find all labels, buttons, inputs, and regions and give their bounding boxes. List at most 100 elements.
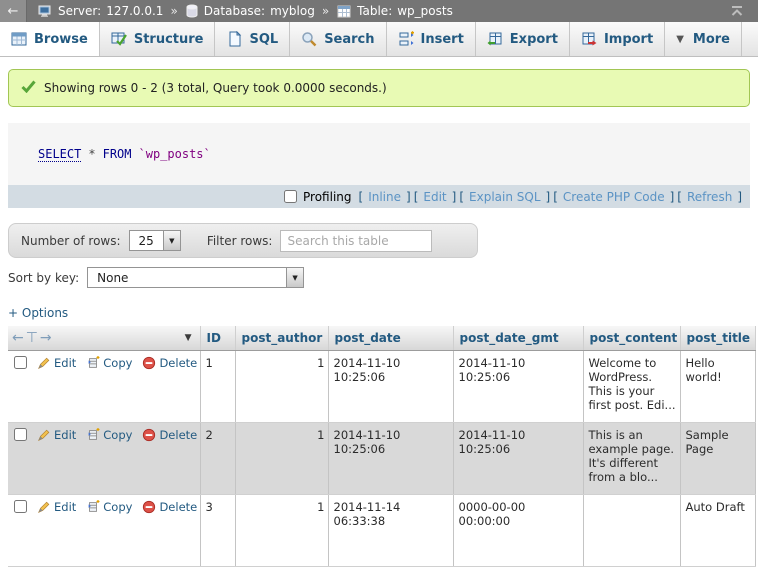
success-text: Showing rows 0 - 2 (3 total, Query took …: [44, 81, 387, 95]
cell-post-author: 1: [235, 350, 328, 422]
cell-post-title: Hello world!: [680, 350, 755, 422]
cell-post-date-gmt: 2014-11-10 10:25:06: [453, 350, 583, 422]
cell-id: 2: [200, 422, 235, 494]
filter-rows-label: Filter rows:: [207, 234, 273, 248]
tab-search[interactable]: Search: [290, 22, 386, 56]
tab-browse[interactable]: Browse: [0, 22, 100, 56]
row-checkbox[interactable]: [14, 356, 27, 369]
tab-more[interactable]: ▼ More: [665, 22, 742, 56]
sql-keyword-select[interactable]: SELECT: [38, 147, 81, 162]
pencil-icon: [37, 428, 51, 442]
column-header-post-date-gmt[interactable]: post_date_gmt: [453, 326, 583, 350]
cell-post-date-gmt: 0000-00-00 00:00:00: [453, 494, 583, 566]
column-header-post-author[interactable]: post_author: [235, 326, 328, 350]
breadcrumb: Server: 127.0.0.1 » Database: myblog » T…: [37, 4, 453, 18]
cell-post-content: [583, 494, 680, 566]
topbar: ← Server: 127.0.0.1 » Database: myblog »…: [0, 0, 758, 22]
cell-post-author: 1: [235, 422, 328, 494]
tab-label: Insert: [421, 32, 464, 47]
cell-post-content: This is an example page. It's different …: [583, 422, 680, 494]
delete-row-link[interactable]: Delete: [142, 500, 197, 514]
server-link[interactable]: 127.0.0.1: [106, 4, 163, 18]
column-header-id[interactable]: ID: [200, 326, 235, 350]
tab-import[interactable]: Import: [570, 22, 665, 56]
tab-label: Structure: [134, 32, 204, 47]
tab-export[interactable]: Export: [476, 22, 570, 56]
transpose-icon[interactable]: ←⊤→: [12, 330, 54, 346]
sql-keyword-from: FROM: [103, 147, 132, 161]
copy-row-link[interactable]: Copy: [86, 428, 132, 442]
server-label: Server:: [58, 4, 101, 18]
refresh-link[interactable]: Refresh: [687, 190, 732, 204]
chevron-down-icon: ▼: [676, 34, 684, 45]
sql-query-box: SELECT * FROM `wp_posts`: [8, 123, 750, 185]
delete-icon: [142, 500, 156, 514]
table-label: Table:: [357, 4, 392, 18]
table-row: Edit Copy Delete 2 1 2014-11-10 10:25:06…: [8, 422, 755, 494]
breadcrumb-separator: »: [322, 4, 329, 18]
edit-row-link[interactable]: Edit: [37, 356, 76, 370]
sort-by-key-label: Sort by key:: [8, 271, 79, 285]
table-link[interactable]: wp_posts: [397, 4, 453, 18]
tab-label: Search: [324, 32, 374, 47]
edit-query-link[interactable]: Edit: [423, 190, 446, 204]
row-checkbox[interactable]: [14, 500, 27, 513]
sort-options-icon[interactable]: ▼: [185, 333, 192, 343]
server-icon: [38, 4, 52, 18]
cell-post-title: Auto Draft: [680, 494, 755, 566]
browse-icon: [11, 31, 27, 47]
tab-insert[interactable]: Insert: [387, 22, 476, 56]
pencil-icon: [37, 500, 51, 514]
results-table: ←⊤→ ▼ ID post_author post_date post_date…: [8, 326, 756, 567]
tab-label: SQL: [249, 32, 278, 47]
check-icon: [21, 80, 36, 96]
filter-rows-input[interactable]: [280, 230, 432, 252]
search-icon: [301, 31, 317, 47]
cell-post-date: 2014-11-10 10:25:06: [328, 422, 453, 494]
column-header-post-content[interactable]: post_content: [583, 326, 680, 350]
row-checkbox[interactable]: [14, 428, 27, 441]
options-toggle-link[interactable]: + Options: [8, 306, 68, 320]
copy-icon: [86, 428, 100, 442]
cell-post-author: 1: [235, 494, 328, 566]
column-header-post-date[interactable]: post_date: [328, 326, 453, 350]
tab-label: Import: [604, 32, 653, 47]
table-row: Edit Copy Delete 1 1 2014-11-10 10:25:06…: [8, 350, 755, 422]
breadcrumb-separator: »: [170, 4, 177, 18]
database-label: Database:: [204, 4, 265, 18]
dropdown-arrow-icon: ▼: [163, 231, 180, 250]
tab-structure[interactable]: Structure: [100, 22, 216, 56]
profiling-label: Profiling: [303, 190, 352, 204]
explain-sql-link[interactable]: Explain SQL: [469, 190, 541, 204]
sort-by-key-select[interactable]: None ▼: [87, 267, 304, 288]
cell-id: 1: [200, 350, 235, 422]
column-header-post-title[interactable]: post_title: [680, 326, 755, 350]
create-php-code-link[interactable]: Create PHP Code: [563, 190, 665, 204]
tab-sql[interactable]: SQL: [215, 22, 290, 56]
database-link[interactable]: myblog: [270, 4, 315, 18]
cell-post-date: 2014-11-14 06:33:38: [328, 494, 453, 566]
edit-row-link[interactable]: Edit: [37, 428, 76, 442]
copy-row-link[interactable]: Copy: [86, 356, 132, 370]
collapse-panel-icon[interactable]: [730, 6, 744, 17]
insert-icon: [398, 31, 414, 47]
cell-id: 3: [200, 494, 235, 566]
back-button[interactable]: ←: [0, 0, 27, 22]
tab-label: Export: [510, 32, 558, 47]
pencil-icon: [37, 356, 51, 370]
delete-row-link[interactable]: Delete: [142, 428, 197, 442]
copy-row-link[interactable]: Copy: [86, 500, 132, 514]
number-of-rows-select[interactable]: 25 ▼: [129, 230, 181, 251]
import-icon: [581, 31, 597, 47]
edit-row-link[interactable]: Edit: [37, 500, 76, 514]
tab-label: Browse: [34, 32, 88, 47]
profiling-checkbox[interactable]: [284, 190, 297, 203]
delete-icon: [142, 356, 156, 370]
query-toolbar: Profiling [ Inline ] [ Edit ] [ Explain …: [8, 185, 750, 208]
inline-link[interactable]: Inline: [368, 190, 401, 204]
copy-icon: [86, 356, 100, 370]
tab-bar: Browse Structure SQL Search Insert Expor…: [0, 22, 758, 57]
delete-row-link[interactable]: Delete: [142, 356, 197, 370]
copy-icon: [86, 500, 100, 514]
dropdown-arrow-icon: ▼: [286, 268, 303, 287]
